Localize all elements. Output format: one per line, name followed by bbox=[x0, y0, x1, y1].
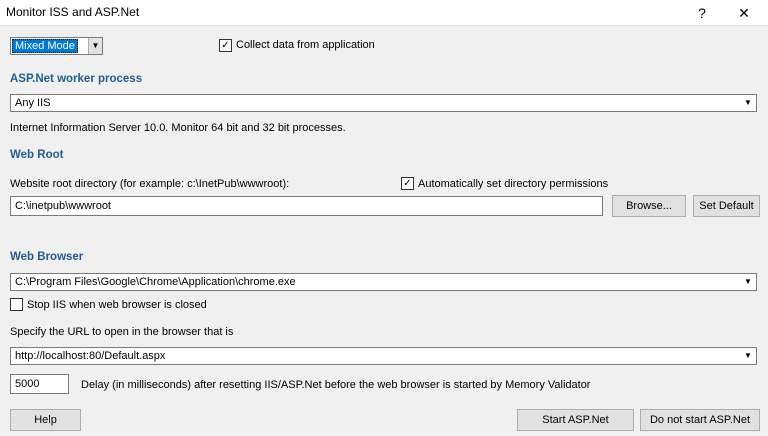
webroot-dir-label: Website root directory (for example: c:\… bbox=[10, 178, 290, 190]
webroot-dir-input[interactable]: C:\inetpub\wwwroot bbox=[10, 196, 603, 216]
window-title: Monitor ISS and ASP.Net bbox=[6, 5, 140, 19]
close-button[interactable]: ✕ bbox=[726, 0, 762, 26]
start-aspnet-button[interactable]: Start ASP.Net bbox=[517, 409, 634, 431]
worker-info-text: Internet Information Server 10.0. Monito… bbox=[10, 122, 346, 134]
browser-section-title: Web Browser bbox=[10, 251, 84, 263]
browser-path-dropdown[interactable]: C:\Program Files\Google\Chrome\Applicati… bbox=[10, 273, 757, 291]
delay-input[interactable]: 5000 bbox=[10, 374, 69, 394]
auto-permissions-label: Automatically set directory permissions bbox=[418, 178, 609, 190]
url-value: http://localhost:80/Default.aspx bbox=[15, 350, 166, 362]
worker-process-dropdown[interactable]: Any IIS ▼ bbox=[10, 94, 757, 112]
help-button[interactable]: Help bbox=[10, 409, 81, 431]
mode-dropdown[interactable]: Mixed Mode ▼ bbox=[10, 37, 103, 55]
browser-path-value: C:\Program Files\Google\Chrome\Applicati… bbox=[15, 276, 296, 288]
auto-permissions-checkbox[interactable]: ✓ bbox=[401, 177, 414, 190]
help-title-button[interactable]: ? bbox=[684, 0, 720, 26]
delay-label: Delay (in milliseconds) after resetting … bbox=[81, 379, 591, 391]
chevron-down-icon: ▼ bbox=[741, 275, 755, 289]
webroot-section-title: Web Root bbox=[10, 149, 64, 161]
stop-iis-label: Stop IIS when web browser is closed bbox=[27, 299, 207, 311]
title-bar: Monitor ISS and ASP.Net ? ✕ bbox=[0, 0, 768, 26]
chevron-down-icon: ▼ bbox=[741, 349, 755, 363]
chevron-down-icon: ▼ bbox=[741, 96, 755, 110]
url-dropdown[interactable]: http://localhost:80/Default.aspx ▼ bbox=[10, 347, 757, 365]
collect-data-label: Collect data from application bbox=[236, 39, 375, 51]
dialog-window: Monitor ISS and ASP.Net ? ✕ Mixed Mode ▼… bbox=[0, 0, 768, 436]
mode-dropdown-value: Mixed Mode bbox=[12, 39, 78, 53]
url-label: Specify the URL to open in the browser t… bbox=[10, 326, 234, 338]
collect-data-checkbox[interactable]: ✓ bbox=[219, 39, 232, 52]
delay-value: 5000 bbox=[15, 378, 40, 390]
webroot-dir-value: C:\inetpub\wwwroot bbox=[15, 200, 111, 212]
stop-iis-checkbox[interactable] bbox=[10, 298, 23, 311]
worker-section-title: ASP.Net worker process bbox=[10, 73, 143, 85]
browse-button[interactable]: Browse... bbox=[612, 195, 686, 217]
do-not-start-aspnet-button[interactable]: Do not start ASP.Net bbox=[640, 409, 760, 431]
set-default-button[interactable]: Set Default bbox=[693, 195, 760, 217]
chevron-down-icon: ▼ bbox=[88, 38, 102, 54]
worker-process-value: Any IIS bbox=[15, 97, 51, 109]
